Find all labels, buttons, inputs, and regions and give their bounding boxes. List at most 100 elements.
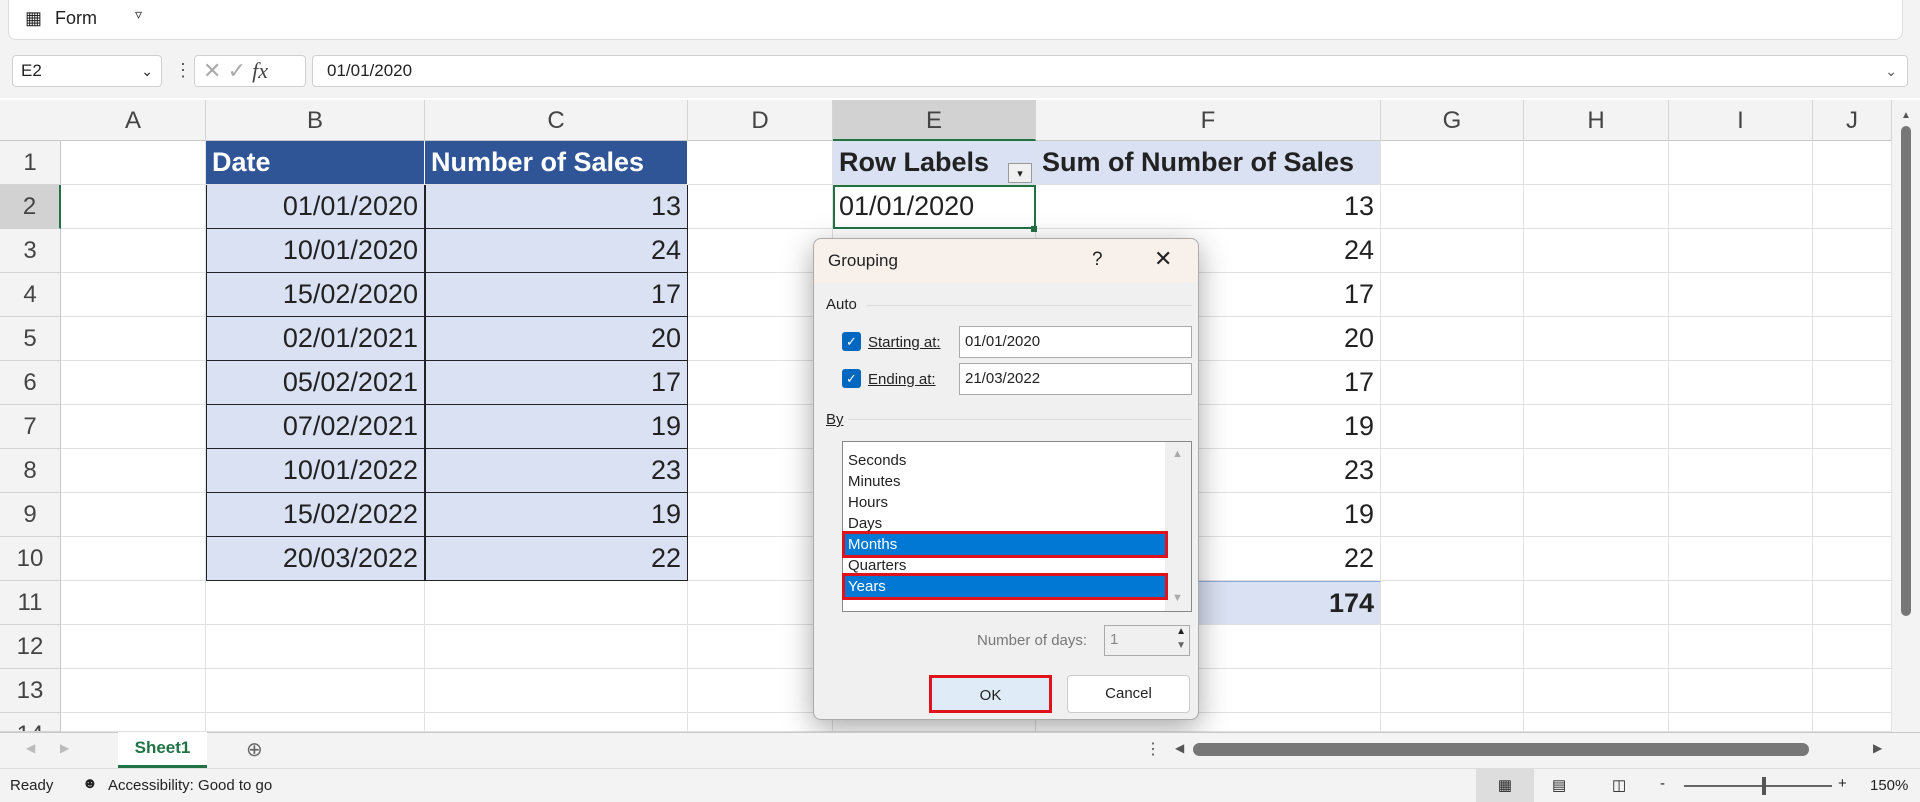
cell-C2[interactable]: 13	[425, 185, 688, 229]
cell-H10[interactable]	[1524, 537, 1669, 581]
listbox-scrollbar[interactable]: ▲ ▼	[1165, 442, 1191, 611]
listbox-item-quarters[interactable]: Quarters	[845, 555, 1165, 576]
cell-B12[interactable]	[206, 625, 425, 669]
cell-G5[interactable]	[1381, 317, 1524, 361]
cell-J13[interactable]	[1813, 669, 1892, 713]
scroll-up-icon[interactable]: ▲	[1172, 448, 1183, 460]
cell-G4[interactable]	[1381, 273, 1524, 317]
cell-H14[interactable]	[1524, 713, 1669, 732]
cell-I5[interactable]	[1669, 317, 1813, 361]
vertical-scroll-thumb[interactable]	[1901, 126, 1911, 616]
cell-C11[interactable]	[425, 581, 688, 625]
zoom-in-icon[interactable]: +	[1838, 775, 1847, 792]
cell-B11[interactable]	[206, 581, 425, 625]
cell-B3[interactable]: 10/01/2020	[206, 229, 425, 273]
cell-C7[interactable]: 19	[425, 405, 688, 449]
cell-I6[interactable]	[1669, 361, 1813, 405]
cell-I10[interactable]	[1669, 537, 1813, 581]
row-header-11[interactable]: 11	[0, 581, 61, 625]
cell-I4[interactable]	[1669, 273, 1813, 317]
cell-B8[interactable]: 10/01/2022	[206, 449, 425, 493]
cell-H4[interactable]	[1524, 273, 1669, 317]
cancel-button[interactable]: Cancel	[1067, 675, 1190, 713]
cell-C9[interactable]: 19	[425, 493, 688, 537]
scroll-up-icon[interactable]: ▲	[1901, 110, 1911, 121]
cell-I8[interactable]	[1669, 449, 1813, 493]
cell-G14[interactable]	[1381, 713, 1524, 732]
cell-E1[interactable]: Row Labels	[833, 141, 1036, 185]
cell-H8[interactable]	[1524, 449, 1669, 493]
cell-B4[interactable]: 15/02/2020	[206, 273, 425, 317]
row-header-8[interactable]: 8	[0, 449, 61, 493]
cell-B6[interactable]: 05/02/2021	[206, 361, 425, 405]
cell-G9[interactable]	[1381, 493, 1524, 537]
cell-H5[interactable]	[1524, 317, 1669, 361]
cell-G8[interactable]	[1381, 449, 1524, 493]
cell-A5[interactable]	[61, 317, 206, 361]
cell-H2[interactable]	[1524, 185, 1669, 229]
cell-D7[interactable]	[688, 405, 833, 449]
cell-A9[interactable]	[61, 493, 206, 537]
column-header-B[interactable]: B	[206, 100, 425, 141]
row-header-1[interactable]: 1	[0, 141, 61, 185]
prev-sheet-icon[interactable]: ◀	[26, 741, 35, 755]
cell-I13[interactable]	[1669, 669, 1813, 713]
page-break-view-icon[interactable]: ◫	[1612, 776, 1626, 794]
row-header-4[interactable]: 4	[0, 273, 61, 317]
cell-D1[interactable]	[688, 141, 833, 185]
cell-G7[interactable]	[1381, 405, 1524, 449]
cell-G10[interactable]	[1381, 537, 1524, 581]
ok-button[interactable]: OK	[929, 675, 1052, 713]
listbox-item-minutes[interactable]: Minutes	[845, 471, 1165, 492]
more-icon[interactable]: ⋮	[1145, 739, 1161, 759]
cell-I7[interactable]	[1669, 405, 1813, 449]
cell-J11[interactable]	[1813, 581, 1892, 625]
cell-C5[interactable]: 20	[425, 317, 688, 361]
cell-J3[interactable]	[1813, 229, 1892, 273]
cell-A13[interactable]	[61, 669, 206, 713]
zoom-slider[interactable]	[1684, 785, 1832, 787]
accessibility-status[interactable]: Accessibility: Good to go	[108, 777, 272, 794]
column-header-G[interactable]: G	[1381, 100, 1524, 141]
cell-G13[interactable]	[1381, 669, 1524, 713]
cell-H7[interactable]	[1524, 405, 1669, 449]
cell-J12[interactable]	[1813, 625, 1892, 669]
cell-H13[interactable]	[1524, 669, 1669, 713]
row-header-9[interactable]: 9	[0, 493, 61, 537]
cell-A12[interactable]	[61, 625, 206, 669]
starting-checkbox[interactable]: ✓	[842, 332, 861, 351]
cell-D2[interactable]	[688, 185, 833, 229]
cell-I11[interactable]	[1669, 581, 1813, 625]
ending-checkbox[interactable]: ✓	[842, 369, 861, 388]
cell-C4[interactable]: 17	[425, 273, 688, 317]
chevron-down-icon[interactable]: ⌄	[141, 56, 153, 86]
column-header-E[interactable]: E	[833, 100, 1036, 141]
column-header-H[interactable]: H	[1524, 100, 1669, 141]
cell-B7[interactable]: 07/02/2021	[206, 405, 425, 449]
cell-B5[interactable]: 02/01/2021	[206, 317, 425, 361]
help-button[interactable]: ?	[1092, 249, 1103, 271]
row-header-7[interactable]: 7	[0, 405, 61, 449]
cell-G3[interactable]	[1381, 229, 1524, 273]
cell-J2[interactable]	[1813, 185, 1892, 229]
row-header-13[interactable]: 13	[0, 669, 61, 713]
formula-input[interactable]: 01/01/2020 ⌄	[312, 55, 1908, 87]
column-header-C[interactable]: C	[425, 100, 688, 141]
fx-icon[interactable]: fx	[252, 58, 268, 83]
cell-C3[interactable]: 24	[425, 229, 688, 273]
cell-I2[interactable]	[1669, 185, 1813, 229]
zoom-out-icon[interactable]: -	[1660, 775, 1665, 792]
column-header-J[interactable]: J	[1813, 100, 1892, 141]
cell-A8[interactable]	[61, 449, 206, 493]
cell-B1[interactable]: Date	[206, 141, 425, 185]
filter-dropdown-button[interactable]: ▾	[1008, 163, 1032, 183]
cell-C13[interactable]	[425, 669, 688, 713]
cell-B10[interactable]: 20/03/2022	[206, 537, 425, 581]
row-header-14[interactable]: 14	[0, 713, 61, 732]
cell-J5[interactable]	[1813, 317, 1892, 361]
cell-J14[interactable]	[1813, 713, 1892, 732]
cell-C6[interactable]: 17	[425, 361, 688, 405]
cell-A10[interactable]	[61, 537, 206, 581]
page-layout-view-icon[interactable]: ▤	[1552, 776, 1566, 794]
cell-G1[interactable]	[1381, 141, 1524, 185]
